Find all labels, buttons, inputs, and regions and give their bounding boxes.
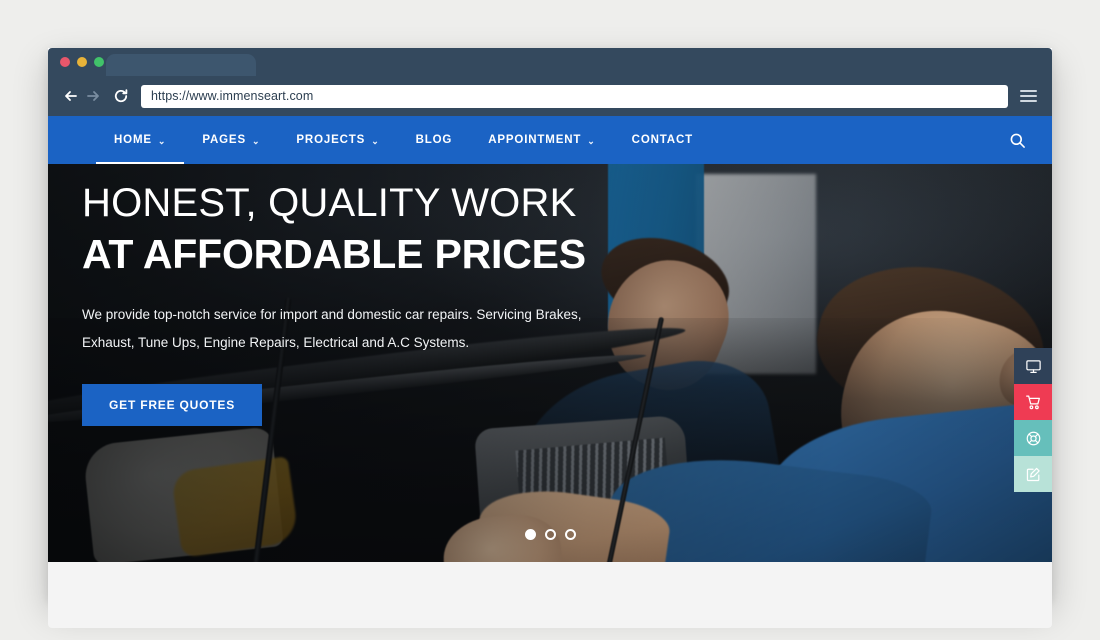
monitor-icon[interactable] — [1014, 348, 1052, 384]
nav-item-appointment-label: APPOINTMENT — [488, 134, 582, 146]
hero-section: HONEST, QUALITY WORK AT AFFORDABLE PRICE… — [48, 164, 1052, 562]
traffic-lights — [60, 57, 104, 67]
close-window-button[interactable] — [60, 57, 70, 67]
browser-toolbar: https://www.immenseart.com — [48, 76, 1052, 116]
nav-item-home[interactable]: HOME ⌄ — [96, 116, 185, 164]
carousel-dots — [48, 529, 1052, 540]
nav-item-home-label: HOME — [114, 134, 152, 146]
nav-item-pages-label: PAGES — [202, 134, 246, 146]
nav-item-contact[interactable]: CONTACT — [614, 116, 711, 164]
nav-item-appointment[interactable]: APPOINTMENT ⌄ — [470, 116, 613, 164]
hero-title-line-2: AT AFFORDABLE PRICES — [82, 231, 586, 278]
nav-item-projects[interactable]: PROJECTS ⌄ — [278, 116, 397, 164]
nav-item-blog-label: BLOG — [415, 134, 453, 146]
chevron-down-icon: ⌄ — [251, 135, 261, 146]
page-content-strip — [48, 562, 1052, 628]
address-bar[interactable]: https://www.immenseart.com — [141, 84, 1008, 108]
site-navigation: HOME ⌄ PAGES ⌄ PROJECTS ⌄ BLOG APPOINTME… — [48, 116, 1052, 164]
carousel-dot-1[interactable] — [524, 529, 536, 540]
nav-items: HOME ⌄ PAGES ⌄ PROJECTS ⌄ BLOG APPOINTME… — [96, 116, 711, 164]
chevron-down-icon: ⌄ — [157, 135, 167, 146]
chevron-down-icon: ⌄ — [371, 135, 380, 146]
address-bar-url: https://www.immenseart.com — [151, 89, 314, 103]
shopping-cart-icon[interactable] — [1014, 384, 1052, 420]
back-icon[interactable] — [60, 85, 82, 107]
reload-icon[interactable] — [110, 85, 132, 107]
browser-tab[interactable] — [106, 54, 256, 76]
edit-square-icon[interactable] — [1014, 456, 1052, 492]
hamburger-menu-icon[interactable] — [1020, 86, 1040, 106]
hero-subtitle: We provide top-notch service for import … — [82, 307, 582, 350]
hero-title-line-1: HONEST, QUALITY WORK — [82, 181, 577, 225]
carousel-dot-3[interactable] — [564, 529, 576, 540]
lifebuoy-icon[interactable] — [1014, 420, 1052, 456]
nav-item-pages[interactable]: PAGES ⌄ — [184, 116, 278, 164]
chevron-down-icon: ⌄ — [587, 135, 596, 146]
hero-content: HONEST, QUALITY WORK AT AFFORDABLE PRICE… — [82, 180, 702, 426]
minimize-window-button[interactable] — [77, 57, 87, 67]
get-free-quotes-button[interactable]: GET FREE QUOTES — [82, 383, 263, 426]
search-icon[interactable] — [1004, 127, 1030, 153]
carousel-dot-2[interactable] — [544, 529, 556, 540]
browser-titlebar — [48, 48, 1052, 76]
browser-window: https://www.immenseart.com HOME ⌄ PAGES … — [48, 48, 1052, 628]
zoom-window-button[interactable] — [94, 57, 104, 67]
forward-icon[interactable] — [82, 85, 104, 107]
nav-item-blog[interactable]: BLOG — [398, 116, 471, 164]
nav-item-contact-label: CONTACT — [631, 134, 693, 146]
nav-item-projects-label: PROJECTS — [296, 134, 366, 146]
side-widget-rail — [1014, 348, 1052, 492]
